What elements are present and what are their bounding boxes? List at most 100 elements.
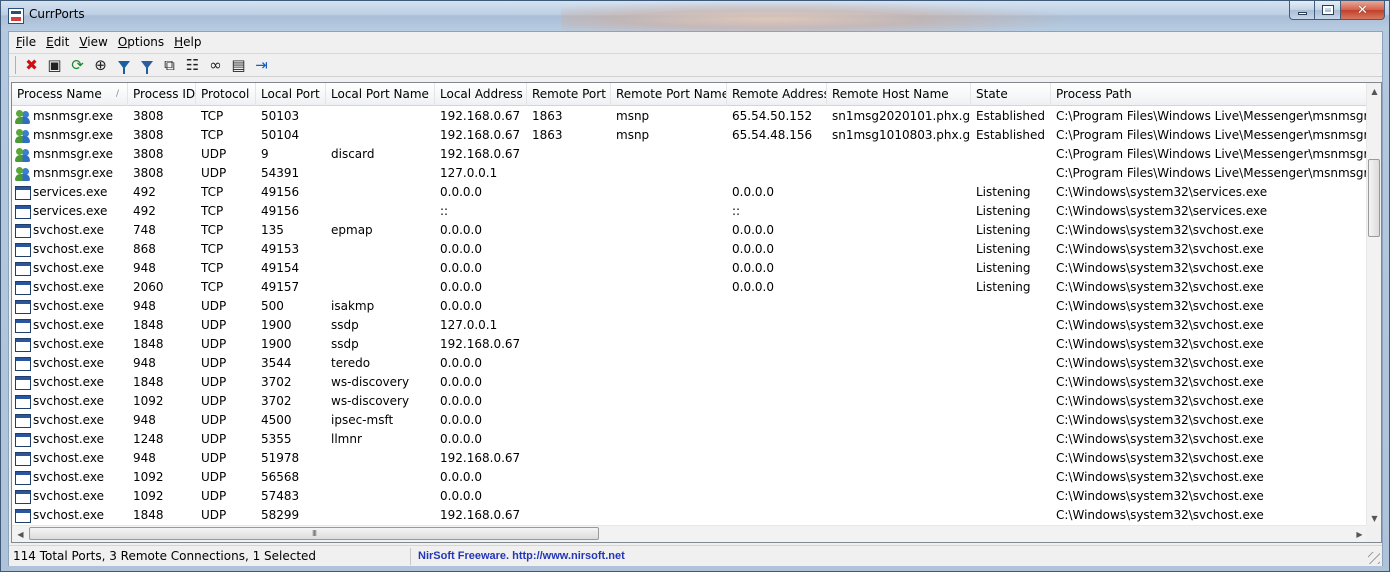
maximize-button[interactable] <box>1315 1 1341 20</box>
find-button[interactable]: ∞ <box>204 54 227 76</box>
table-row[interactable]: msnmsgr.exe 3808 TCP 50104 192.168.0.67 1863 m… <box>12 126 1368 145</box>
table-row[interactable]: svchost.exe 868 TCP 49153 0.0.0.0 0.0.0.0 List… <box>12 240 1368 259</box>
cell-process-name: svchost.exe <box>12 411 128 430</box>
refresh-button[interactable]: ⟳ <box>66 54 89 76</box>
cell-text: 5355 <box>261 432 292 446</box>
table-row[interactable]: svchost.exe 1092 UDP 3702 ws-discovery 0.0.0.… <box>12 392 1368 411</box>
cell-process-path: C:\Program Files\Windows Live\Messenger\… <box>1051 126 1368 145</box>
cell-process-name: svchost.exe <box>12 354 128 373</box>
scroll-up-icon[interactable]: ▲ <box>1367 83 1381 100</box>
table-row[interactable]: msnmsgr.exe 3808 UDP 54391 127.0.0.1 C:\Progr… <box>12 164 1368 183</box>
close-button[interactable]: ✕ <box>1341 1 1385 20</box>
cell-text: C:\Program Files\Windows Live\Messenger\… <box>1056 128 1368 142</box>
table-row[interactable]: svchost.exe 1092 UDP 57483 0.0.0.0 C:\Windows… <box>12 487 1368 506</box>
horizontal-scroll-thumb[interactable]: III <box>29 527 599 540</box>
cell-process-path: C:\Program Files\Windows Live\Messenger\… <box>1051 164 1368 183</box>
app-icon[interactable] <box>8 8 24 24</box>
table-row[interactable]: svchost.exe 1848 UDP 3702 ws-discovery 0.0.0.… <box>12 373 1368 392</box>
table-row[interactable]: svchost.exe 1248 UDP 5355 llmnr 0.0.0.0 C:\Win… <box>12 430 1368 449</box>
menu-edit[interactable]: Edit <box>41 33 74 51</box>
ports-list[interactable]: Process Name / Process ID Protocol Local Por… <box>11 82 1382 543</box>
cell-text: svchost.exe <box>33 242 104 256</box>
menu-help[interactable]: Help <box>169 33 206 51</box>
menu-view[interactable]: View <box>74 33 112 51</box>
cell-remote-address: 65.54.48.156 <box>727 126 827 145</box>
vertical-scroll-thumb[interactable] <box>1368 159 1380 237</box>
column-header-protocol[interactable]: Protocol <box>196 83 256 106</box>
column-header-process-name[interactable]: Process Name / <box>12 83 128 106</box>
cell-text: 0.0.0.0 <box>732 242 774 256</box>
table-row[interactable]: services.exe 492 TCP 49156 0.0.0.0 0.0.0.0 Lis… <box>12 183 1368 202</box>
table-row[interactable]: msnmsgr.exe 3808 TCP 50103 192.168.0.67 1863 m… <box>12 107 1368 126</box>
resize-grip-icon[interactable] <box>1368 552 1380 564</box>
cell-text: UDP <box>201 318 227 332</box>
table-row[interactable]: svchost.exe 1092 UDP 56568 0.0.0.0 C:\Windows… <box>12 468 1368 487</box>
cell-remote-port <box>527 354 611 373</box>
cell-process-id: 1848 <box>128 316 196 335</box>
cell-process-id: 1248 <box>128 430 196 449</box>
cell-process-name: msnmsgr.exe <box>12 145 128 164</box>
cell-text: services.exe <box>33 185 108 199</box>
window-app-icon <box>15 508 31 523</box>
filter-icon <box>117 61 130 74</box>
horizontal-scrollbar[interactable]: ◀ III ▶ <box>12 525 1368 542</box>
title-bar[interactable]: CurrPorts ✕ <box>1 1 1389 31</box>
target-button[interactable]: ⊕ <box>89 54 112 76</box>
table-row[interactable]: svchost.exe 948 UDP 500 isakmp 0.0.0.0 C:\Wind… <box>12 297 1368 316</box>
minimize-button[interactable] <box>1289 1 1315 20</box>
cell-remote-port <box>527 430 611 449</box>
table-row[interactable]: svchost.exe 948 TCP 49154 0.0.0.0 0.0.0.0 List… <box>12 259 1368 278</box>
column-header-process-id[interactable]: Process ID <box>128 83 196 106</box>
window-app-icon <box>15 204 31 219</box>
column-header-remote-port[interactable]: Remote Port <box>527 83 611 106</box>
cell-text: svchost.exe <box>33 413 104 427</box>
scroll-left-icon[interactable]: ◀ <box>12 526 29 542</box>
menu-file[interactable]: File <box>11 33 41 51</box>
column-header-remote-port-name[interactable]: Remote Port Name <box>611 83 727 106</box>
table-row[interactable]: svchost.exe 748 TCP 135 epmap 0.0.0.0 0.0.0.0 L… <box>12 221 1368 240</box>
column-header-local-address[interactable]: Local Address <box>435 83 527 106</box>
table-row[interactable]: svchost.exe 948 UDP 51978 192.168.0.67 C:\Win… <box>12 449 1368 468</box>
properties-button[interactable]: ☷ <box>181 54 204 76</box>
table-row[interactable]: svchost.exe 1848 UDP 1900 ssdp 127.0.0.1 C:\Wi… <box>12 316 1368 335</box>
menu-bar: File Edit View Options Help <box>9 32 1382 52</box>
table-row[interactable]: svchost.exe 948 UDP 4500 ipsec-msft 0.0.0.0 C:… <box>12 411 1368 430</box>
cell-process-name: svchost.exe <box>12 430 128 449</box>
cell-text: 0.0.0.0 <box>440 223 482 237</box>
vertical-scrollbar[interactable]: ▲ ▼ <box>1366 83 1381 527</box>
table-row[interactable]: svchost.exe 948 UDP 3544 teredo 0.0.0.0 C:\Win… <box>12 354 1368 373</box>
column-header-state[interactable]: State <box>971 83 1051 106</box>
cell-text: 1092 <box>133 470 164 484</box>
filter-button[interactable] <box>112 54 135 76</box>
copy-button[interactable]: ⧉ <box>158 54 181 76</box>
table-row[interactable]: svchost.exe 1848 UDP 58299 192.168.0.67 C:\Wi… <box>12 506 1368 525</box>
cell-local-port: 1900 <box>256 335 326 354</box>
column-header-local-port[interactable]: Local Port <box>256 83 326 106</box>
cell-remote-port-name <box>611 183 727 202</box>
cell-process-id: 492 <box>128 202 196 221</box>
cell-remote-address: :: <box>727 202 827 221</box>
cell-text: Listening <box>976 242 1031 256</box>
column-header-remote-host-name[interactable]: Remote Host Name <box>827 83 971 106</box>
column-header-local-port-name[interactable]: Local Port Name <box>326 83 435 106</box>
table-row[interactable]: msnmsgr.exe 3808 UDP 9 discard 192.168.0.67 C:… <box>12 145 1368 164</box>
cell-remote-host-name <box>827 430 971 449</box>
column-header-label: Process ID <box>133 87 196 101</box>
cell-text: TCP <box>201 185 224 199</box>
cell-text: 192.168.0.67 <box>440 128 521 142</box>
menu-options[interactable]: Options <box>113 33 169 51</box>
cell-local-address: :: <box>435 202 527 221</box>
status-credit-link[interactable]: NirSoft Freeware. http://www.nirsoft.net <box>418 548 1373 565</box>
exit-button[interactable]: ⇥ <box>250 54 273 76</box>
close-connections-button[interactable]: ✖ <box>20 54 43 76</box>
cell-text: svchost.exe <box>33 337 104 351</box>
table-row[interactable]: svchost.exe 2060 TCP 49157 0.0.0.0 0.0.0.0 Lis… <box>12 278 1368 297</box>
save-button[interactable]: ▣ <box>43 54 66 76</box>
filter-off-button[interactable] <box>135 54 158 76</box>
table-row[interactable]: svchost.exe 1848 UDP 1900 ssdp 192.168.0.67 C:… <box>12 335 1368 354</box>
report-button[interactable]: ▤ <box>227 54 250 76</box>
cell-process-path: C:\Windows\system32\svchost.exe <box>1051 392 1368 411</box>
column-header-remote-address[interactable]: Remote Address <box>727 83 827 106</box>
column-header-process-path[interactable]: Process Path <box>1051 83 1368 106</box>
table-row[interactable]: services.exe 492 TCP 49156:::: Listening C:\W… <box>12 202 1368 221</box>
